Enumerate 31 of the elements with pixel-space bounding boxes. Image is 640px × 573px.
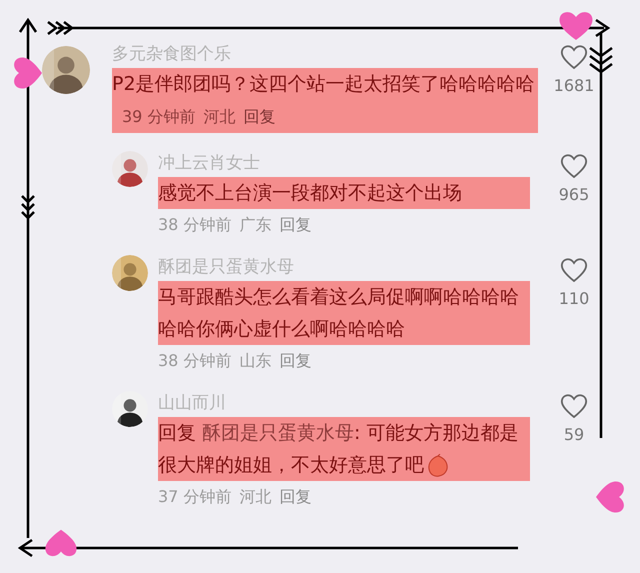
like-count: 59 xyxy=(564,424,584,446)
post-time: 38 分钟前 xyxy=(158,351,232,370)
user-link[interactable]: 酥团是只蛋黄水母 xyxy=(202,422,354,444)
location-label: 广东 xyxy=(239,215,272,234)
comment-text: P2是伴郎团吗？这四个站一起太招笑了哈哈哈哈哈 39 分钟前 河北 回复 xyxy=(112,68,538,133)
user-name: 酥团是只蛋黄水母 xyxy=(158,256,294,279)
heart-icon xyxy=(44,527,78,559)
like-icon[interactable] xyxy=(560,393,588,419)
like-icon[interactable] xyxy=(560,257,588,283)
user-name: 多元杂食图个乐 xyxy=(112,43,231,66)
comment-text: 感觉不上台演一段都对不起这个出场 xyxy=(158,177,530,209)
like-count: 965 xyxy=(558,184,590,206)
user-name: 冲上云肖女士 xyxy=(158,152,260,175)
reply-link[interactable]: 回复 xyxy=(243,107,276,126)
post-time: 38 分钟前 xyxy=(158,215,232,234)
location-label: 河北 xyxy=(239,487,272,506)
reply-link[interactable]: 回复 xyxy=(279,215,312,234)
post-time: 39 分钟前 xyxy=(122,107,196,126)
heart-icon xyxy=(558,10,594,42)
comment-text: 回复 酥团是只蛋黄水母: 可能女方那边都是很大牌的姐姐，不太好意思了吧 xyxy=(158,417,530,481)
comment-text: 马哥跟酷头怎么看着这么局促啊啊哈哈哈哈哈哈你俩心虚什么啊哈哈哈哈 xyxy=(158,281,530,345)
reply-link[interactable]: 回复 xyxy=(279,487,312,506)
like-icon[interactable] xyxy=(560,153,588,179)
like-count: 1681 xyxy=(554,75,594,97)
like-icon[interactable] xyxy=(560,44,588,70)
like-count: 110 xyxy=(558,288,590,310)
location-label: 河北 xyxy=(203,107,236,126)
reply-link[interactable]: 回复 xyxy=(279,351,312,370)
location-label: 山东 xyxy=(239,351,272,370)
user-name: 山山而川 xyxy=(158,392,226,415)
post-time: 37 分钟前 xyxy=(158,487,232,506)
